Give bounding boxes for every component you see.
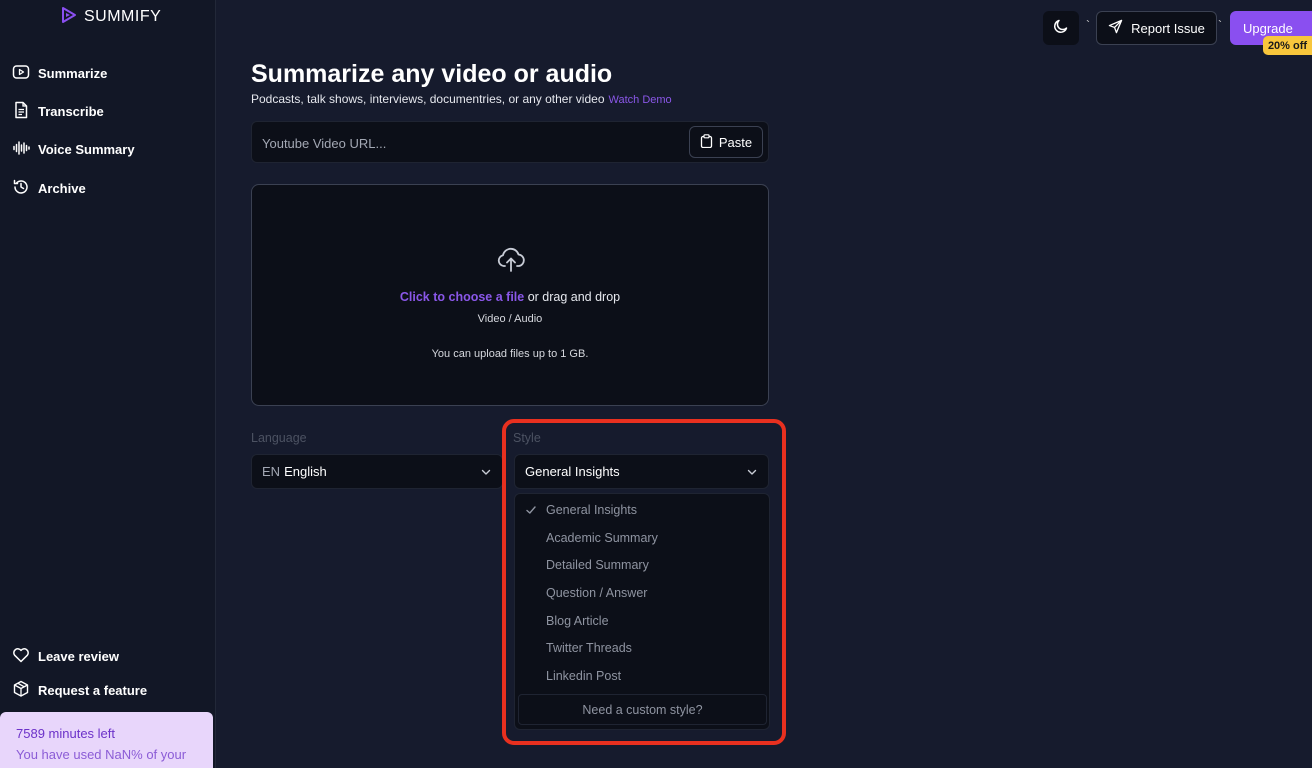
- document-icon: [12, 101, 30, 122]
- file-types: Video / Audio: [477, 313, 543, 325]
- report-issue-button[interactable]: Report Issue: [1096, 11, 1217, 45]
- style-option-blog-article[interactable]: Blog Article: [515, 609, 769, 633]
- chevron-down-icon: [480, 466, 492, 481]
- style-value: General Insights: [525, 464, 620, 479]
- paste-label: Paste: [718, 134, 753, 150]
- url-input-box: Paste: [251, 121, 769, 163]
- style-option-label: Detailed Summary: [546, 558, 649, 572]
- sidebar-item-label: Summarize: [38, 65, 108, 81]
- style-option-label: Academic Summary: [546, 531, 658, 545]
- theme-toggle-button[interactable]: [1043, 11, 1079, 45]
- style-option-label: Question / Answer: [546, 586, 648, 600]
- file-dropzone[interactable]: Click to choose a file or drag and drop …: [251, 184, 769, 406]
- custom-style-button[interactable]: Need a custom style?: [518, 694, 767, 725]
- sidebar-item-label: Leave review: [38, 648, 119, 664]
- sidebar-item-transcribe[interactable]: Transcribe: [12, 99, 104, 123]
- watch-demo-link[interactable]: Watch Demo: [609, 94, 672, 106]
- upgrade-label: Upgrade: [1243, 20, 1293, 36]
- package-icon: [12, 680, 30, 701]
- style-option-detailed-summary[interactable]: Detailed Summary: [515, 553, 769, 577]
- sidebar-item-label: Transcribe: [38, 103, 104, 119]
- drag-drop-text: or drag and drop: [524, 290, 621, 304]
- style-option-twitter-threads[interactable]: Twitter Threads: [515, 636, 769, 660]
- logo-text: SUMMIFY: [84, 8, 162, 25]
- sidebar-item-summarize[interactable]: Summarize: [12, 61, 107, 85]
- style-label: Style: [513, 431, 541, 445]
- send-icon: [1108, 19, 1123, 37]
- chevron-down-icon: [746, 466, 758, 481]
- separator-tick: `: [1218, 18, 1222, 32]
- report-issue-label: Report Issue: [1131, 20, 1205, 36]
- clipboard-icon: [700, 133, 713, 151]
- style-option-linkedin-post[interactable]: Linkedin Post: [515, 664, 769, 688]
- discount-badge: 20% off: [1263, 36, 1312, 55]
- separator-tick: `: [1086, 18, 1090, 32]
- usage-card[interactable]: 7589 minutes left You have used NaN% of …: [0, 712, 213, 768]
- sidebar-item-label: Request a feature: [38, 682, 148, 698]
- upload-limit: You can upload files up to 1 GB.: [431, 348, 589, 360]
- play-square-icon: [12, 63, 30, 84]
- subtitle-text: Podcasts, talk shows, interviews, docume…: [251, 92, 605, 106]
- usage-text: You have used NaN% of your: [16, 747, 187, 762]
- sidebar-item-archive[interactable]: Archive: [12, 176, 86, 200]
- style-option-question-answer[interactable]: Question / Answer: [515, 581, 769, 605]
- style-select[interactable]: General Insights: [514, 454, 769, 489]
- sidebar-item-voice-summary[interactable]: Voice Summary: [12, 137, 135, 161]
- heart-icon: [12, 646, 30, 667]
- sidebar-item-label: Voice Summary: [38, 141, 135, 157]
- style-option-general-insights[interactable]: General Insights: [515, 498, 769, 522]
- language-label: Language: [251, 431, 307, 445]
- audio-waveform-icon: [12, 139, 30, 160]
- sidebar-item-label: Archive: [38, 180, 86, 196]
- style-dropdown-menu: General Insights Academic Summary Detail…: [514, 493, 770, 730]
- sidebar-item-leave-review[interactable]: Leave review: [12, 644, 119, 668]
- language-code: EN: [262, 464, 281, 479]
- style-option-label: Twitter Threads: [546, 641, 632, 655]
- language-select[interactable]: EN English: [251, 454, 503, 489]
- history-icon: [12, 178, 30, 199]
- sidebar: SUMMIFY Summarize Transcribe Voice Summa…: [0, 0, 216, 768]
- page-title: Summarize any video or audio: [251, 60, 613, 88]
- logo[interactable]: SUMMIFY: [60, 6, 161, 28]
- youtube-url-input[interactable]: [262, 132, 682, 154]
- style-option-label: Linkedin Post: [546, 669, 622, 683]
- minutes-left: 7589 minutes left: [16, 726, 116, 741]
- moon-icon: [1053, 18, 1069, 39]
- dropzone-instructions: Click to choose a file or drag and drop: [252, 290, 768, 304]
- page-subtitle: Podcasts, talk shows, interviews, docume…: [251, 92, 672, 106]
- cloud-upload-icon: [496, 247, 526, 278]
- style-option-academic-summary[interactable]: Academic Summary: [515, 526, 769, 550]
- check-icon: [525, 504, 537, 519]
- choose-file-link[interactable]: Click to choose a file: [400, 290, 524, 304]
- paste-button[interactable]: Paste: [689, 126, 763, 158]
- style-option-label: Blog Article: [546, 614, 609, 628]
- logo-play-icon: [60, 6, 78, 29]
- style-option-label: General Insights: [546, 503, 638, 517]
- language-value: English: [284, 464, 327, 479]
- sidebar-item-request-feature[interactable]: Request a feature: [12, 678, 147, 702]
